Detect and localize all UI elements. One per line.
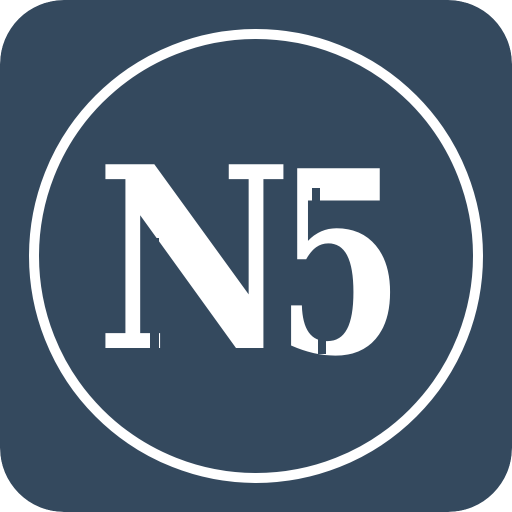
stencil-cut-digit-bottom — [318, 308, 326, 354]
stencil-cut-letter — [150, 238, 159, 356]
stencil-cut-digit-top — [312, 188, 320, 232]
logo-letter: N — [96, 112, 292, 408]
logo-wordmark: N 5 — [96, 112, 404, 412]
n5-logo-icon: N 5 — [0, 0, 512, 512]
app-icon: N 5 — [0, 0, 512, 512]
logo-digit: 5 — [276, 116, 404, 412]
